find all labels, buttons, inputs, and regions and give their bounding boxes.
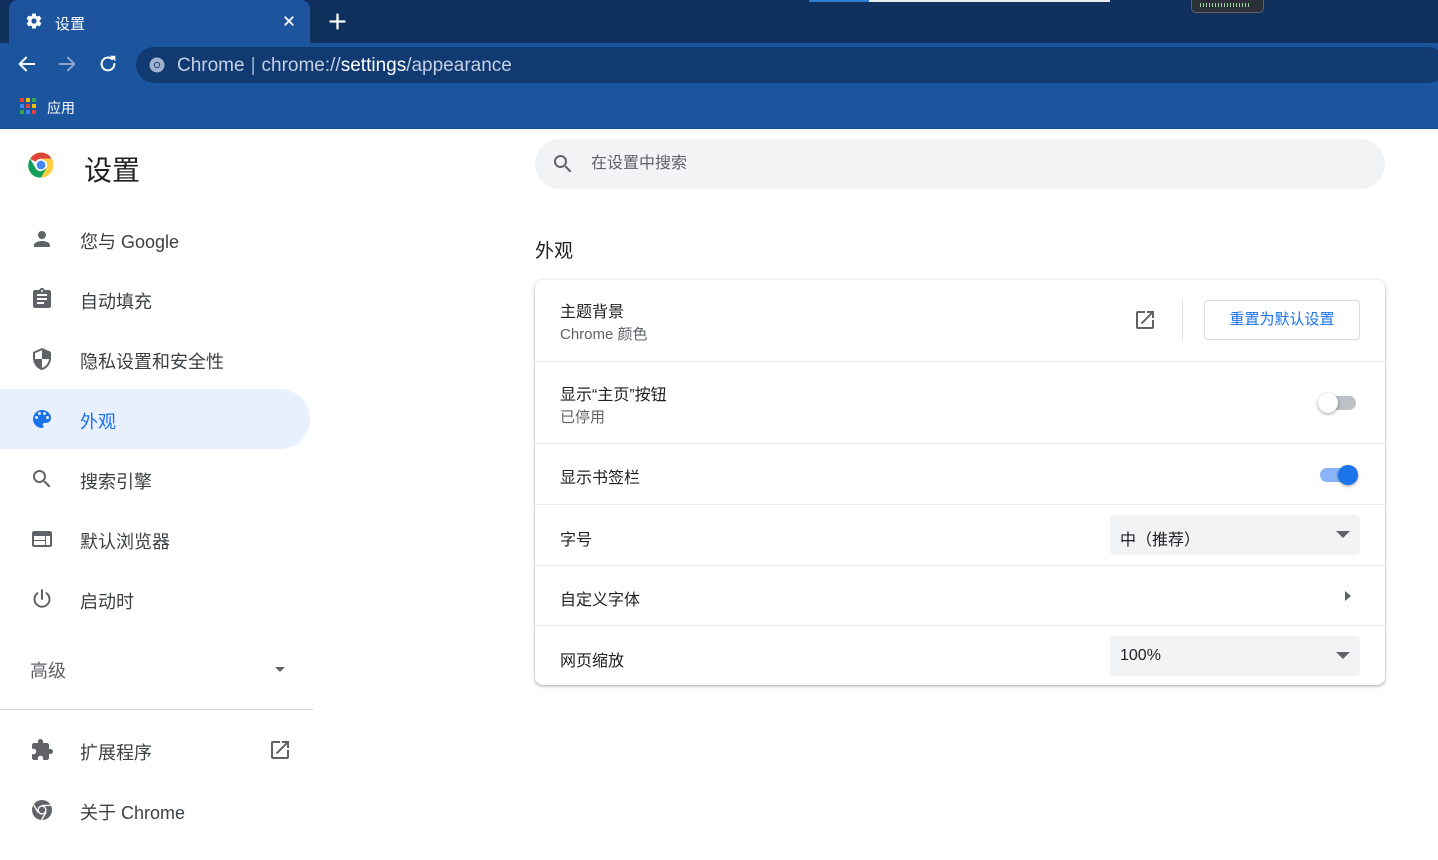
- font-size-value: 中（推荐）: [1120, 532, 1201, 549]
- window-indicator-bar-light: [869, 0, 1110, 2]
- sidebar-item-about-chrome[interactable]: 关于 Chrome: [0, 780, 310, 840]
- bookmarks-bar-row[interactable]: 显示书签栏: [535, 443, 1385, 504]
- sidebar-item-on-startup[interactable]: 启动时: [0, 569, 310, 629]
- open-in-new-icon[interactable]: [1133, 308, 1157, 332]
- address-bar[interactable]: Chrome | chrome://settings/appearance: [136, 47, 1438, 83]
- url-host: settings: [340, 55, 407, 76]
- advanced-label: 高级: [30, 661, 66, 681]
- section-title: 外观: [535, 241, 574, 262]
- sidebar-advanced-toggle[interactable]: 高级: [0, 646, 310, 690]
- sidebar-item-label: 扩展程序: [80, 743, 152, 763]
- puzzle-icon: [32, 739, 53, 760]
- settings-page: 设置 您与 Google 自动填充 隐私设置和安全性 外观 搜索引擎 默认浏览器: [0, 129, 1438, 860]
- browser-toolbar: Chrome | chrome://settings/appearance: [0, 43, 1438, 86]
- bookmarks-bar: 应用: [0, 86, 1438, 129]
- font-size-select[interactable]: 中（推荐）: [1110, 515, 1360, 555]
- tab-settings[interactable]: 设置: [9, 0, 310, 43]
- page-title: 设置: [84, 155, 141, 186]
- clipboard-icon: [33, 288, 51, 308]
- apps-grid-icon[interactable]: [20, 98, 36, 114]
- reload-icon[interactable]: [97, 53, 119, 75]
- gear-icon: [26, 13, 42, 29]
- search-icon: [554, 155, 572, 173]
- page-zoom-row: 网页缩放 100%: [535, 625, 1385, 685]
- custom-fonts-row[interactable]: 自定义字体: [535, 565, 1385, 625]
- bookmarks-bar-toggle[interactable]: [1318, 463, 1358, 485]
- open-in-new-icon: [271, 741, 289, 759]
- search-input[interactable]: [591, 151, 1291, 177]
- theme-label: 主题背景: [560, 304, 625, 321]
- home-button-toggle[interactable]: [1318, 391, 1358, 413]
- sidebar-item-default-browser[interactable]: 默认浏览器: [0, 509, 310, 569]
- browser-window-icon: [32, 531, 52, 547]
- sidebar-item-label: 自动填充: [80, 292, 152, 312]
- dropdown-arrow-icon: [1336, 531, 1350, 538]
- overlay-widget[interactable]: [1191, 0, 1264, 13]
- sidebar-item-label: 关于 Chrome: [80, 803, 186, 823]
- sidebar-item-label: 默认浏览器: [80, 532, 170, 552]
- url-site-label: Chrome: [177, 55, 245, 76]
- home-button-status: 已停用: [560, 409, 606, 426]
- bookmarks-bar-label: 显示书签栏: [560, 470, 641, 487]
- forward-arrow-icon[interactable]: [56, 53, 78, 75]
- close-icon[interactable]: [280, 12, 298, 30]
- back-arrow-icon[interactable]: [16, 53, 38, 75]
- search-icon: [33, 470, 51, 488]
- chrome-site-icon: [149, 57, 165, 73]
- theme-row: 主题背景 Chrome 颜色 重置为默认设置: [535, 280, 1385, 361]
- font-size-row: 字号 中（推荐）: [535, 504, 1385, 565]
- power-icon: [33, 589, 51, 608]
- tab-strip: 设置: [0, 0, 1438, 43]
- level-meter-icon: [1200, 3, 1250, 7]
- sidebar-item-search-engine[interactable]: 搜索引擎: [0, 449, 310, 509]
- new-tab-plus-icon[interactable]: [327, 11, 348, 32]
- sidebar-item-extensions[interactable]: 扩展程序: [0, 720, 310, 780]
- chrome-logo-icon: [32, 800, 52, 821]
- person-icon: [34, 231, 50, 247]
- url-text: Chrome | chrome://settings/appearance: [177, 55, 512, 76]
- sidebar-item-label: 搜索引擎: [80, 472, 152, 492]
- window-indicator-bar: [809, 0, 869, 2]
- shield-icon: [33, 348, 51, 370]
- font-size-label: 字号: [560, 532, 593, 549]
- home-button-label: 显示“主页”按钮: [560, 387, 667, 404]
- chevron-right-icon: [1345, 591, 1351, 601]
- url-scheme: chrome://: [261, 55, 341, 76]
- page-zoom-value: 100%: [1120, 647, 1161, 664]
- appearance-card: 主题背景 Chrome 颜色 重置为默认设置 显示“主页”按钮 已停用 显示书签…: [535, 280, 1385, 685]
- sidebar-item-autofill[interactable]: 自动填充: [0, 269, 310, 329]
- sidebar-divider: [0, 709, 314, 710]
- sidebar-item-you-and-google[interactable]: 您与 Google: [0, 209, 310, 269]
- caret-down-icon: [275, 667, 285, 672]
- tab-title: 设置: [55, 16, 86, 33]
- toggle-knob: [1338, 465, 1358, 485]
- sidebar-item-appearance[interactable]: 外观: [0, 389, 310, 449]
- sidebar-item-label: 您与 Google: [80, 232, 180, 252]
- sidebar-item-label: 启动时: [80, 592, 134, 612]
- row-separator: [1182, 300, 1183, 340]
- toggle-knob: [1318, 393, 1338, 413]
- dropdown-arrow-icon: [1336, 652, 1350, 659]
- page-zoom-select[interactable]: 100%: [1110, 636, 1360, 676]
- bookmark-apps[interactable]: 应用: [47, 98, 75, 118]
- palette-icon: [33, 410, 51, 428]
- reset-theme-button[interactable]: 重置为默认设置: [1204, 300, 1360, 340]
- theme-value: Chrome 颜色: [560, 326, 648, 343]
- home-button-row[interactable]: 显示“主页”按钮 已停用: [535, 361, 1385, 443]
- url-path: /appearance: [406, 55, 512, 76]
- sidebar-item-privacy[interactable]: 隐私设置和安全性: [0, 329, 310, 389]
- page-zoom-label: 网页缩放: [560, 653, 625, 670]
- sidebar-item-label: 外观: [80, 412, 116, 432]
- sidebar-item-label: 隐私设置和安全性: [80, 352, 224, 372]
- custom-fonts-label: 自定义字体: [560, 592, 641, 609]
- chrome-logo-icon: [28, 152, 54, 178]
- settings-search-box[interactable]: [535, 139, 1385, 189]
